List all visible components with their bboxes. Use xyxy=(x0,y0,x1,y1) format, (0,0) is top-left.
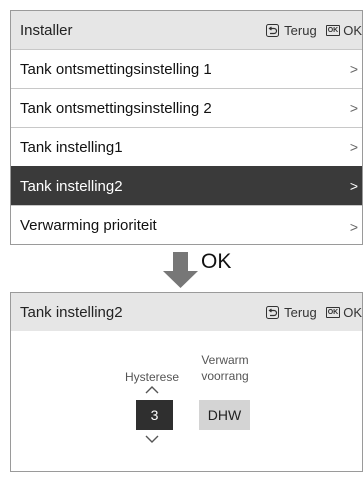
back-icon xyxy=(266,23,280,37)
ok-button[interactable]: OK OK xyxy=(325,22,362,38)
chevron-right-icon: > xyxy=(349,100,358,116)
chevron-right-icon: > xyxy=(349,219,358,235)
back-button[interactable]: Terug xyxy=(266,305,317,320)
down-arrow-icon xyxy=(163,252,198,288)
chevron-up-icon[interactable] xyxy=(144,385,160,395)
menu-item-tank-instelling-2[interactable]: Tank instelling2 > xyxy=(11,166,362,205)
ok-label: OK xyxy=(343,22,362,38)
menu-item-label: Verwarming prioriteit xyxy=(20,217,157,234)
back-label: Terug xyxy=(284,304,317,320)
installer-menu-list: Tank ontsmettingsinstelling 1 > Tank ont… xyxy=(11,49,362,235)
header-controls: Terug OK OK xyxy=(266,305,362,320)
menu-item-verwarming-prioriteit[interactable]: Verwarming prioriteit > xyxy=(11,205,362,235)
back-button[interactable]: Terug xyxy=(266,23,317,38)
installer-menu-panel: Installer Terug OK OK Tank ontsmettingsi… xyxy=(10,10,363,245)
verwarm-label-line2: voorrang xyxy=(201,369,249,383)
settings-header: Tank instelling2 Terug OK OK xyxy=(11,293,362,331)
hysterese-value[interactable]: 3 xyxy=(136,400,173,430)
hysterese-label: Hysterese xyxy=(124,370,180,384)
menu-item-label: Tank instelling2 xyxy=(20,177,123,195)
ok-button[interactable]: OK OK xyxy=(325,304,362,320)
page-title: Installer xyxy=(20,21,73,39)
menu-item-label: Tank instelling1 xyxy=(20,138,123,156)
menu-item-tank-ontsmetting-2[interactable]: Tank ontsmettingsinstelling 2 > xyxy=(11,88,362,127)
page-title: Tank instelling2 xyxy=(20,303,123,321)
ok-label: OK xyxy=(343,304,362,320)
verwarm-voorrang-label: Verwarm voorrang xyxy=(193,352,257,384)
chevron-right-icon: > xyxy=(349,139,358,155)
menu-item-label: Tank ontsmettingsinstelling 1 xyxy=(20,60,212,78)
verwarm-label-line1: Verwarm xyxy=(201,353,249,367)
back-icon xyxy=(266,305,280,319)
installer-header: Installer Terug OK OK xyxy=(11,11,362,49)
verwarm-voorrang-value[interactable]: DHW xyxy=(199,400,250,430)
settings-area: Hysterese Verwarm voorrang 3 DHW xyxy=(11,331,362,471)
menu-item-tank-instelling-1[interactable]: Tank instelling1 > xyxy=(11,127,362,166)
ok-icon: OK xyxy=(325,306,341,318)
chevron-right-icon: > xyxy=(349,178,358,194)
header-controls: Terug OK OK xyxy=(266,23,362,38)
transition-ok-label: OK xyxy=(201,250,232,273)
menu-item-label: Tank ontsmettingsinstelling 2 xyxy=(20,99,212,117)
chevron-down-icon[interactable] xyxy=(144,434,160,444)
back-label: Terug xyxy=(284,22,317,38)
menu-item-tank-ontsmetting-1[interactable]: Tank ontsmettingsinstelling 1 > xyxy=(11,49,362,88)
ok-icon: OK xyxy=(325,24,341,36)
chevron-right-icon: > xyxy=(349,61,358,77)
tank-instelling2-panel: Tank instelling2 Terug OK OK Hysterese V… xyxy=(10,292,363,472)
